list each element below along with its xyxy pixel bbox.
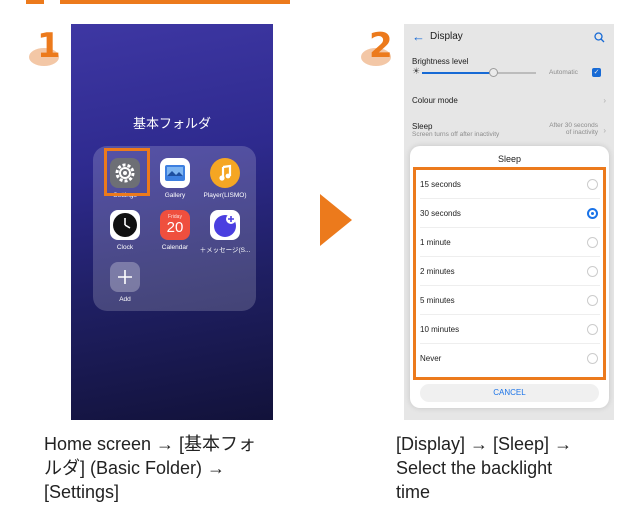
next-step-arrow — [320, 194, 352, 246]
header-rule-right — [60, 0, 290, 4]
step-2-caption: [Display] → [Sleep] → Select the backlig… — [396, 434, 573, 502]
sleep-option[interactable]: 2 minutes — [420, 257, 600, 286]
option-label: 1 minute — [420, 237, 451, 247]
radio-button[interactable] — [587, 237, 598, 248]
message-icon — [210, 210, 240, 240]
app-add[interactable]: Add — [97, 262, 153, 303]
app-label: Calendar — [161, 244, 189, 251]
option-label: Never — [420, 354, 442, 363]
sleep-option[interactable]: 1 minute — [420, 228, 600, 257]
calendar-icon: Friday 20 — [160, 210, 190, 240]
option-label: 5 minutes — [420, 295, 455, 305]
sleep-option[interactable]: 30 seconds — [420, 199, 600, 228]
option-label: 15 seconds — [420, 179, 461, 189]
step-2-number: 2 — [369, 26, 393, 66]
step-1-badge: 1 — [29, 24, 73, 68]
option-label: 30 seconds — [420, 208, 461, 218]
radio-button[interactable] — [587, 295, 598, 306]
display-settings-screen: ← Display Brightness level ☀ Automatic ✓… — [404, 24, 614, 420]
dialog-title: Sleep — [497, 154, 522, 164]
radio-button[interactable] — [587, 179, 598, 190]
app-label: Add — [119, 296, 131, 303]
sleep-options-highlight: 15 seconds 30 seconds 1 minute 2 minutes… — [413, 167, 606, 380]
add-plus-icon — [110, 262, 140, 292]
app-calendar[interactable]: Friday 20 Calendar — [147, 210, 203, 251]
radio-button[interactable] — [587, 266, 598, 277]
sleep-option[interactable]: 10 minutes — [420, 315, 600, 344]
app-label: Clock — [116, 244, 134, 251]
app-player[interactable]: Player(LISMO) — [197, 158, 253, 199]
radio-button[interactable] — [587, 353, 598, 364]
app-message[interactable]: ＋メッセージ(S... — [197, 210, 253, 254]
sleep-dialog: Sleep 15 seconds 30 seconds 1 minute 2 m… — [410, 146, 609, 408]
app-label: ＋メッセージ(S... — [199, 247, 251, 254]
music-player-icon — [210, 158, 240, 188]
step-1-caption: Home screen → [基本フォ ルダ] (Basic Folder) →… — [44, 434, 257, 502]
home-screen: 基本フォルダ Settings Gallery Player(LISMO) Cl… — [71, 24, 273, 420]
folder-title: 基本フォルダ — [132, 116, 211, 131]
radio-button[interactable] — [587, 208, 598, 219]
app-gallery[interactable]: Gallery — [147, 158, 203, 199]
option-label: 2 minutes — [420, 266, 455, 276]
app-clock[interactable]: Clock — [97, 210, 153, 251]
option-label: 10 minutes — [420, 324, 460, 334]
app-label: Gallery — [164, 192, 186, 199]
clock-icon — [110, 210, 140, 240]
header-rule-left — [26, 0, 44, 4]
step-2-badge: 2 — [361, 24, 405, 68]
sleep-option[interactable]: Never — [420, 344, 600, 373]
app-label: Player(LISMO) — [203, 192, 247, 199]
calendar-day-number: 20 — [166, 219, 184, 236]
gallery-icon — [160, 158, 190, 188]
cancel-button[interactable]: CANCEL — [420, 384, 599, 402]
sleep-option[interactable]: 5 minutes — [420, 286, 600, 315]
step-1-number: 1 — [37, 26, 61, 66]
radio-button[interactable] — [587, 324, 598, 335]
settings-highlight-frame — [104, 148, 150, 196]
sleep-option[interactable]: 15 seconds — [420, 170, 600, 199]
